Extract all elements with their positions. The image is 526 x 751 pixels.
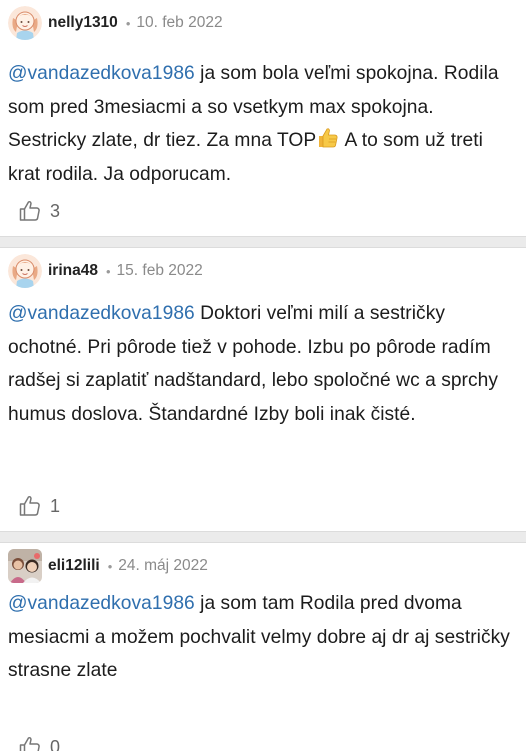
user-mention-link[interactable]: @vandazedkova1986 — [8, 593, 195, 614]
user-mention-link[interactable]: @vandazedkova1986 — [8, 63, 195, 84]
comment-header: irina48 • 15. feb 2022 — [8, 253, 203, 289]
user-avatar-photo[interactable] — [8, 549, 42, 583]
user-mention-link[interactable]: @vandazedkova1986 — [8, 303, 195, 324]
comment-author[interactable]: nelly1310 — [48, 14, 118, 32]
comment-body: @vandazedkova1986 ja som tam Rodila pred… — [8, 587, 514, 688]
thumbs-up-icon — [19, 495, 40, 516]
girl-avatar-icon — [8, 6, 42, 40]
comment: nelly1310 • 10. feb 2022 @vandazedkova19… — [0, 0, 526, 236]
comment-feed: nelly1310 • 10. feb 2022 @vandazedkova19… — [0, 0, 526, 751]
comment-author[interactable]: irina48 — [48, 262, 98, 280]
comment-header: nelly1310 • 10. feb 2022 — [8, 5, 223, 41]
like-count: 0 — [50, 736, 61, 751]
comment: eli12lili • 24. máj 2022 @vandazedkova19… — [0, 543, 526, 751]
comment-divider — [0, 531, 526, 543]
user-avatar[interactable] — [8, 6, 42, 40]
comment: irina48 • 15. feb 2022 @vandazedkova1986… — [0, 248, 526, 531]
like-button[interactable]: 3 — [18, 199, 60, 223]
meta-separator: • — [125, 15, 131, 31]
meta-separator: • — [107, 558, 113, 574]
like-count: 3 — [50, 200, 61, 221]
comment-date: 15. feb 2022 — [116, 262, 203, 279]
comment-body: @vandazedkova1986 ja som bola veľmi spok… — [8, 57, 514, 191]
like-button[interactable]: 0 — [18, 735, 60, 751]
thumbs-up-emoji-icon — [319, 128, 338, 148]
like-button[interactable]: 1 — [18, 494, 60, 518]
thumbs-up-icon — [19, 200, 40, 221]
girl-avatar-icon — [8, 254, 42, 288]
comment-body: @vandazedkova1986 Doktori veľmi milí a s… — [8, 297, 514, 431]
user-avatar[interactable] — [8, 254, 42, 288]
comment-header: eli12lili • 24. máj 2022 — [8, 548, 208, 584]
like-count: 1 — [50, 495, 61, 516]
comment-divider — [0, 236, 526, 248]
comment-date: 10. feb 2022 — [136, 14, 223, 31]
photo-avatar-icon — [8, 549, 42, 583]
comment-author[interactable]: eli12lili — [48, 557, 100, 575]
thumbs-up-icon — [19, 736, 40, 751]
comment-date: 24. máj 2022 — [118, 557, 208, 574]
meta-separator: • — [105, 263, 111, 279]
